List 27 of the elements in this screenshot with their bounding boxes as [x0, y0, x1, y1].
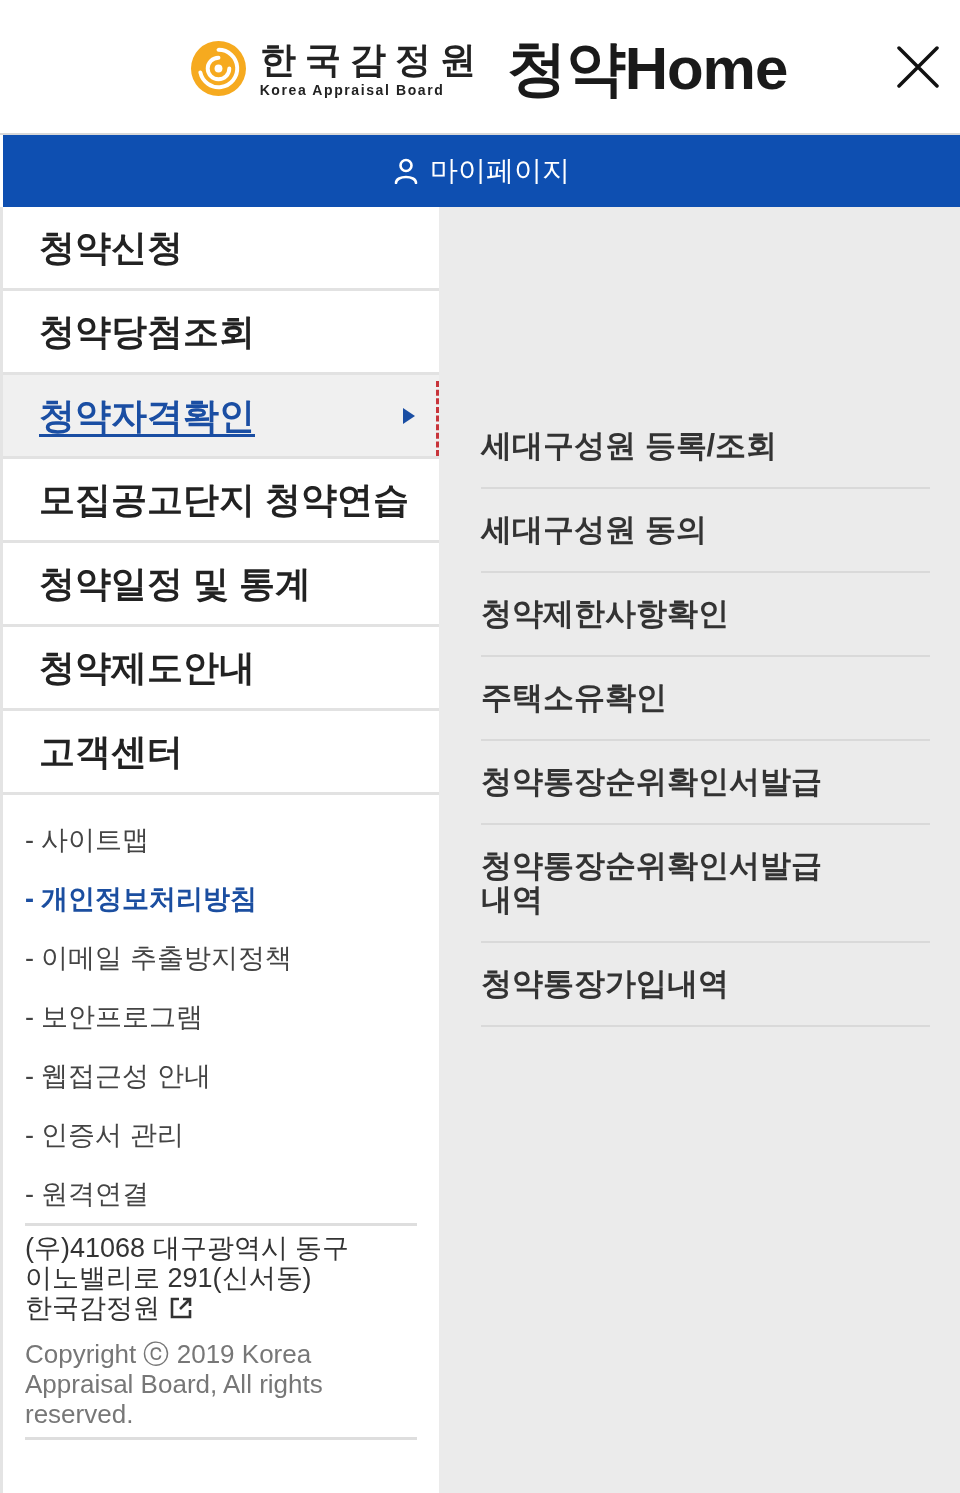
homepage-link[interactable]: 한국감정원 [25, 1293, 192, 1323]
footer-link[interactable]: - 원격연결 [25, 1176, 150, 1211]
logo-english-text: Korea Appraisal Board [259, 81, 445, 98]
footer-link[interactable]: - 보안프로그램 [25, 999, 204, 1034]
menu-item[interactable]: 청약자격확인 [3, 375, 439, 459]
address-text: (우)41068 대구광역시 동구 이노밸리로 291(신서동) [25, 1233, 351, 1293]
close-icon [897, 45, 939, 88]
logo-icon [190, 41, 246, 96]
copyright-text: Copyright ⓒ 2019 Korea Appraisal Board, All rights reserved. [25, 1339, 324, 1429]
footer-link[interactable]: - 인증서 관리 [25, 1117, 184, 1152]
caret-right-icon [403, 407, 415, 424]
submenu-item[interactable]: 청약통장가입내역 [481, 943, 930, 1027]
submenu-item[interactable]: 세대구성원 동의 [481, 489, 930, 573]
footer-link[interactable]: - 웹접근성 안내 [25, 1058, 211, 1093]
mypage-button[interactable]: 마이페이지 [3, 135, 960, 207]
external-link-icon [170, 1297, 192, 1319]
footer-link[interactable]: - 이메일 추출방지정책 [25, 940, 292, 975]
footer-link[interactable]: - 사이트맵 [25, 822, 150, 857]
submenu-item[interactable]: 주택소유확인 [481, 657, 930, 741]
submenu-item[interactable]: 세대구성원 등록/조회 [481, 405, 930, 489]
person-icon [393, 158, 418, 184]
logo-korean-text: 한국감정원 [259, 39, 485, 80]
footer-link[interactable]: - 개인정보처리방침 [25, 881, 258, 916]
submenu-item[interactable]: 청약통장순위확인서발급 [481, 741, 930, 825]
submenu-item[interactable]: 청약통장순위확인서발급 내역 [481, 825, 930, 943]
submenu-item[interactable]: 청약제한사항확인 [481, 573, 930, 657]
site-title: 청약Home [506, 35, 788, 102]
